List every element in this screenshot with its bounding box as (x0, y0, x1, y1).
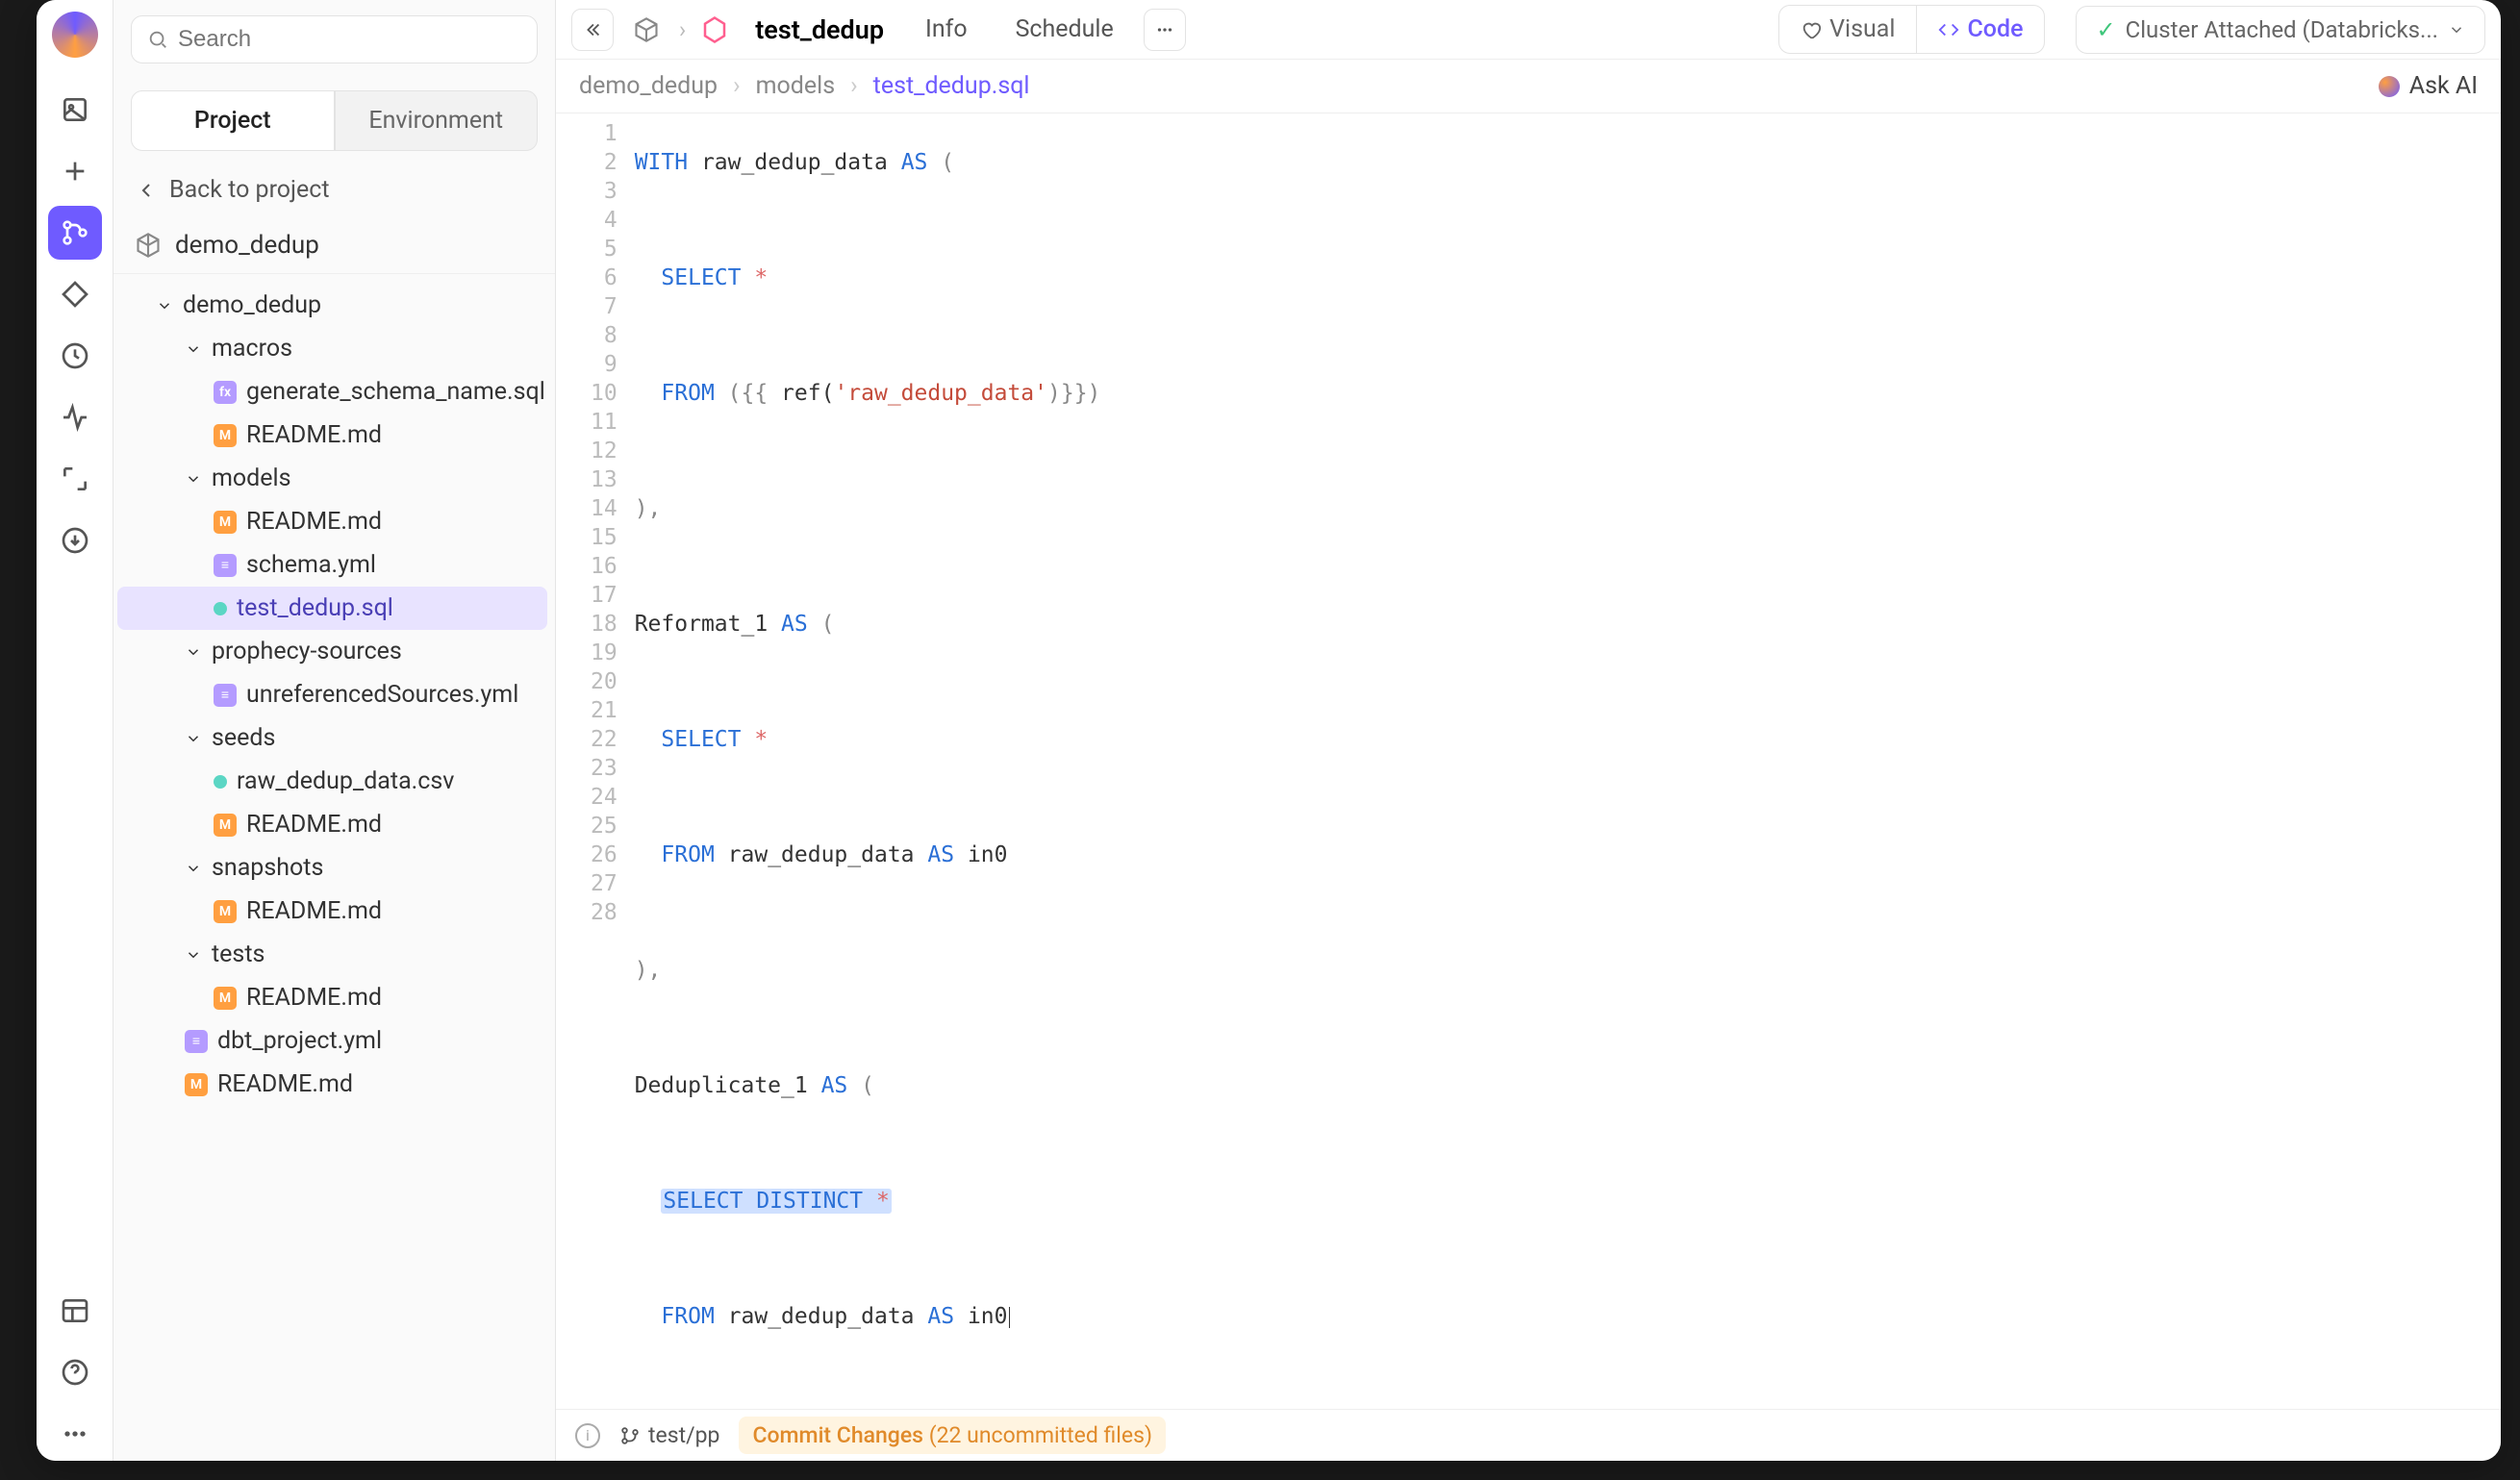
tab-project[interactable]: Project (131, 90, 335, 151)
chevron-down-icon (185, 730, 202, 747)
tab-schedule[interactable]: Schedule (997, 7, 1132, 52)
chevron-down-icon (185, 860, 202, 877)
tree-file-test-dedup[interactable]: test_dedup.sql (117, 587, 547, 630)
search-input-wrap[interactable] (131, 15, 538, 63)
search-input[interactable] (178, 26, 521, 53)
tree-file-root-readme[interactable]: M README.md (117, 1063, 547, 1106)
tree-file-dbt-project[interactable]: ≡ dbt_project.yml (117, 1019, 547, 1063)
app-logo[interactable] (52, 12, 98, 58)
branch-icon (619, 1425, 641, 1446)
md-icon: M (214, 424, 237, 447)
chevron-down-icon (185, 946, 202, 964)
rail-add-icon[interactable] (48, 144, 102, 198)
tree-folder-prophecy-sources[interactable]: prophecy-sources (117, 630, 547, 673)
rail-more-icon[interactable] (48, 1407, 102, 1461)
ask-ai-button[interactable]: Ask AI (2379, 72, 2478, 100)
tree-file-tests-readme[interactable]: M README.md (117, 976, 547, 1019)
commit-changes-button[interactable]: Commit Changes (22 uncommitted files) (739, 1417, 1166, 1454)
arrow-left-icon (135, 179, 158, 202)
yml-icon: ≡ (214, 554, 237, 577)
rail-files-icon[interactable] (48, 83, 102, 137)
more-button[interactable] (1144, 9, 1186, 51)
md-icon: M (185, 1073, 208, 1096)
ai-icon (2379, 76, 2400, 97)
cluster-selector[interactable]: ✓ Cluster Attached (Databricks... (2076, 6, 2485, 54)
rail-activity-icon[interactable] (48, 390, 102, 444)
hex-icon (697, 13, 732, 47)
crumb-models[interactable]: models (756, 72, 836, 100)
chevron-down-icon (185, 643, 202, 661)
tree-folder-macros[interactable]: macros (117, 327, 547, 370)
sql-dot-icon (214, 602, 227, 615)
md-icon: M (214, 900, 237, 923)
chevron-down-icon (156, 297, 173, 314)
rail-download-icon[interactable] (48, 514, 102, 567)
rail-diamond-icon[interactable] (48, 267, 102, 321)
code-icon (1938, 19, 1959, 40)
project-name: demo_dedup (175, 231, 319, 260)
code-editor[interactable]: 1234567891011121314151617181920212223242… (556, 113, 2501, 1409)
tree-file-seeds-readme[interactable]: M README.md (117, 803, 547, 846)
tab-info[interactable]: Info (907, 7, 986, 52)
rail-clock-icon[interactable] (48, 329, 102, 383)
tree-folder-tests[interactable]: tests (117, 933, 547, 976)
md-icon: M (214, 511, 237, 534)
project-header: demo_dedup (113, 217, 555, 274)
fx-icon: fx (214, 381, 237, 404)
tree-file-schema-yml[interactable]: ≡ schema.yml (117, 543, 547, 587)
md-icon: M (214, 814, 237, 837)
tree-folder-snapshots[interactable]: snapshots (117, 846, 547, 890)
tree-file-snapshots-readme[interactable]: M README.md (117, 890, 547, 933)
code-body[interactable]: WITH raw_dedup_data AS ( SELECT * FROM (… (635, 113, 2501, 1409)
page-title: test_dedup (755, 14, 884, 45)
search-icon (147, 29, 168, 50)
tree-file-generate-schema[interactable]: fx generate_schema_name.sql (117, 370, 547, 414)
toggle-visual[interactable]: Visual (1778, 5, 1916, 54)
rail-help-icon[interactable] (48, 1345, 102, 1399)
chevron-down-icon (185, 470, 202, 488)
back-label: Back to project (169, 176, 330, 204)
breadcrumb: demo_dedup › models › test_dedup.sql Ask… (556, 60, 2501, 113)
cube-button[interactable] (625, 9, 668, 51)
rail-layout-icon[interactable] (48, 1284, 102, 1338)
cube-icon (633, 16, 660, 43)
tree-file-macros-readme[interactable]: M README.md (117, 414, 547, 457)
chevron-down-icon (185, 340, 202, 358)
tree-folder-seeds[interactable]: seeds (117, 716, 547, 760)
chevron-down-icon (2448, 21, 2465, 38)
line-gutter: 1234567891011121314151617181920212223242… (556, 113, 635, 1409)
check-icon: ✓ (2096, 16, 2115, 43)
info-icon[interactable]: i (575, 1423, 600, 1448)
md-icon: M (214, 987, 237, 1010)
csv-dot-icon (214, 775, 227, 789)
rail-expand-icon[interactable] (48, 452, 102, 506)
tree-file-models-readme[interactable]: M README.md (117, 500, 547, 543)
collapse-left-button[interactable] (571, 9, 614, 51)
tab-environment[interactable]: Environment (335, 90, 539, 151)
tree-file-unref-sources[interactable]: ≡ unreferencedSources.yml (117, 673, 547, 716)
tree-folder-models[interactable]: models (117, 457, 547, 500)
yml-icon: ≡ (214, 684, 237, 707)
crumb-file[interactable]: test_dedup.sql (873, 72, 1030, 100)
heart-icon (1801, 19, 1822, 40)
tree-file-raw-csv[interactable]: raw_dedup_data.csv (117, 760, 547, 803)
doc-icon: ≡ (185, 1030, 208, 1053)
cube-icon (135, 232, 162, 259)
rail-git-icon[interactable] (48, 206, 102, 260)
tree-root[interactable]: demo_dedup (117, 284, 547, 327)
git-branch[interactable]: test/pp (619, 1422, 719, 1448)
toggle-code[interactable]: Code (1916, 5, 2045, 54)
back-to-project[interactable]: Back to project (113, 151, 555, 217)
crumb-project[interactable]: demo_dedup (579, 72, 718, 100)
